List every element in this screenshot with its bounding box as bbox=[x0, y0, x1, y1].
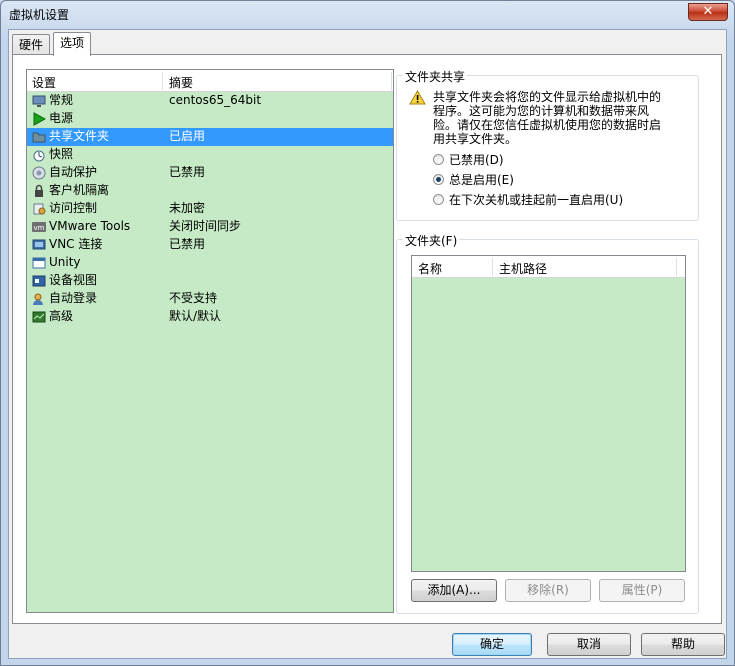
vm-settings-window: 虚拟机设置 ✕ 硬件 选项 设置 摘要 常规 centos65_64bit 电源 共享… bbox=[0, 0, 735, 666]
settings-row[interactable]: Unity bbox=[27, 254, 393, 272]
settings-list[interactable]: 设置 摘要 常规 centos65_64bit 电源 共享文件夹 已启用 快照 自动保护 已禁… bbox=[26, 69, 394, 613]
unity-icon bbox=[32, 256, 46, 270]
setting-summary: 不受支持 bbox=[169, 291, 218, 305]
setting-name: 共享文件夹 bbox=[49, 129, 110, 143]
shared-folder-icon bbox=[32, 130, 46, 144]
setting-name: 自动保护 bbox=[49, 165, 98, 179]
radio-disabled[interactable]: 已禁用(D) bbox=[433, 153, 504, 169]
settings-row[interactable]: 自动登录 不受支持 bbox=[27, 290, 393, 308]
settings-row[interactable]: 高级 默认/默认 bbox=[27, 308, 393, 326]
column-separator[interactable] bbox=[676, 258, 677, 276]
setting-summary: 已禁用 bbox=[169, 237, 206, 251]
column-header-host-path[interactable]: 主机路径 bbox=[499, 260, 547, 277]
column-separator[interactable] bbox=[492, 258, 493, 276]
cancel-button[interactable]: 取消 bbox=[547, 633, 631, 656]
ok-button[interactable]: 确定 bbox=[452, 633, 532, 656]
settings-row[interactable]: 设备视图 bbox=[27, 272, 393, 290]
settings-row[interactable]: VNC 连接 已禁用 bbox=[27, 236, 393, 254]
setting-summary: centos65_64bit bbox=[169, 93, 262, 107]
folders-list[interactable]: 名称 主机路径 bbox=[411, 255, 686, 572]
snapshot-icon bbox=[32, 148, 46, 162]
settings-row[interactable]: 自动保护 已禁用 bbox=[27, 164, 393, 182]
settings-row[interactable]: 客户机隔离 bbox=[27, 182, 393, 200]
setting-name: Unity bbox=[49, 255, 81, 269]
setting-name: VNC 连接 bbox=[49, 237, 103, 251]
setting-name: 自动登录 bbox=[49, 291, 98, 305]
autologin-icon bbox=[32, 292, 46, 306]
setting-summary: 已禁用 bbox=[169, 165, 206, 179]
setting-name: 电源 bbox=[49, 111, 74, 125]
remove-folder-button[interactable]: 移除(R) bbox=[505, 579, 591, 602]
advanced-icon bbox=[32, 310, 46, 324]
column-separator[interactable] bbox=[162, 72, 163, 90]
settings-list-header: 设置 摘要 bbox=[27, 70, 393, 92]
vmware-tools-icon: vm bbox=[32, 220, 46, 234]
setting-name: 设备视图 bbox=[49, 273, 98, 287]
svg-text:vm: vm bbox=[34, 224, 45, 232]
lock-icon bbox=[32, 184, 46, 198]
setting-name: 访问控制 bbox=[49, 201, 98, 215]
setting-name: VMware Tools bbox=[49, 219, 131, 233]
setting-summary: 已启用 bbox=[169, 129, 206, 143]
column-header-setting[interactable]: 设置 bbox=[32, 74, 56, 91]
power-play-icon bbox=[32, 112, 47, 126]
folder-properties-button[interactable]: 属性(P) bbox=[599, 579, 685, 602]
setting-name: 客户机隔离 bbox=[49, 183, 110, 197]
add-folder-button[interactable]: 添加(A)... bbox=[411, 579, 497, 602]
settings-rows: 常规 centos65_64bit 电源 共享文件夹 已启用 快照 自动保护 已禁用 客户机隔离… bbox=[27, 92, 393, 326]
radio-until-poweroff-indicator[interactable] bbox=[433, 194, 444, 205]
radio-always-enabled[interactable]: 总是启用(E) bbox=[433, 173, 514, 189]
setting-name: 快照 bbox=[49, 147, 74, 161]
settings-row[interactable]: 访问控制 未加密 bbox=[27, 200, 393, 218]
settings-row[interactable]: 快照 bbox=[27, 146, 393, 164]
autoprotect-icon bbox=[32, 166, 46, 180]
column-header-summary[interactable]: 摘要 bbox=[169, 74, 193, 91]
sharing-warning-text: 共享文件夹会将您的文件显示给虚拟机中的程序。这可能为您的计算机和数据带来风险。请… bbox=[433, 90, 662, 146]
column-separator[interactable] bbox=[391, 72, 392, 90]
device-view-icon bbox=[32, 274, 46, 288]
help-button[interactable]: 帮助 bbox=[641, 633, 725, 656]
radio-until-poweroff-label: 在下次关机或挂起前一直启用(U) bbox=[449, 193, 624, 207]
radio-disabled-label: 已禁用(D) bbox=[449, 153, 504, 167]
setting-name: 高级 bbox=[49, 309, 74, 323]
options-panel: 设置 摘要 常规 centos65_64bit 电源 共享文件夹 已启用 快照 自动保护 已禁… bbox=[12, 54, 722, 624]
close-button[interactable]: ✕ bbox=[688, 3, 728, 21]
settings-row[interactable]: 电源 bbox=[27, 110, 393, 128]
radio-always-enabled-label: 总是启用(E) bbox=[449, 173, 514, 187]
folders-group: 文件夹(F) 名称 主机路径 添加(A)... 移除(R) 属性(P) bbox=[396, 232, 699, 614]
column-header-name[interactable]: 名称 bbox=[418, 260, 442, 277]
tab-hardware[interactable]: 硬件 bbox=[12, 34, 51, 55]
folder-sharing-group: 文件夹共享 共享文件夹会将您的文件显示给虚拟机中的程序。这可能为您的计算机和数据… bbox=[396, 68, 699, 221]
vnc-icon bbox=[32, 238, 46, 252]
title-bar[interactable]: 虚拟机设置 ✕ bbox=[1, 1, 734, 29]
radio-until-poweroff[interactable]: 在下次关机或挂起前一直启用(U) bbox=[433, 193, 623, 209]
setting-summary: 未加密 bbox=[169, 201, 206, 215]
folders-list-header: 名称 主机路径 bbox=[412, 256, 685, 278]
settings-row[interactable]: 共享文件夹 已启用 bbox=[27, 128, 393, 146]
setting-name: 常规 bbox=[49, 93, 74, 107]
settings-row[interactable]: vm VMware Tools 关闭时间同步 bbox=[27, 218, 393, 236]
folders-title: 文件夹(F) bbox=[403, 232, 460, 249]
dialog-client: 硬件 选项 设置 摘要 常规 centos65_64bit 电源共享文件夹 已启用快照… bbox=[8, 29, 727, 659]
monitor-icon bbox=[32, 94, 46, 108]
access-control-icon bbox=[32, 202, 46, 216]
radio-always-enabled-indicator[interactable] bbox=[433, 174, 444, 185]
tab-options[interactable]: 选项 bbox=[53, 32, 92, 56]
setting-summary: 关闭时间同步 bbox=[169, 219, 242, 233]
settings-row[interactable]: 常规 centos65_64bit bbox=[27, 92, 393, 110]
window-title: 虚拟机设置 bbox=[9, 8, 70, 22]
setting-summary: 默认/默认 bbox=[169, 309, 222, 323]
warning-icon bbox=[409, 90, 426, 105]
radio-disabled-indicator[interactable] bbox=[433, 154, 444, 165]
folder-sharing-title: 文件夹共享 bbox=[403, 68, 468, 85]
